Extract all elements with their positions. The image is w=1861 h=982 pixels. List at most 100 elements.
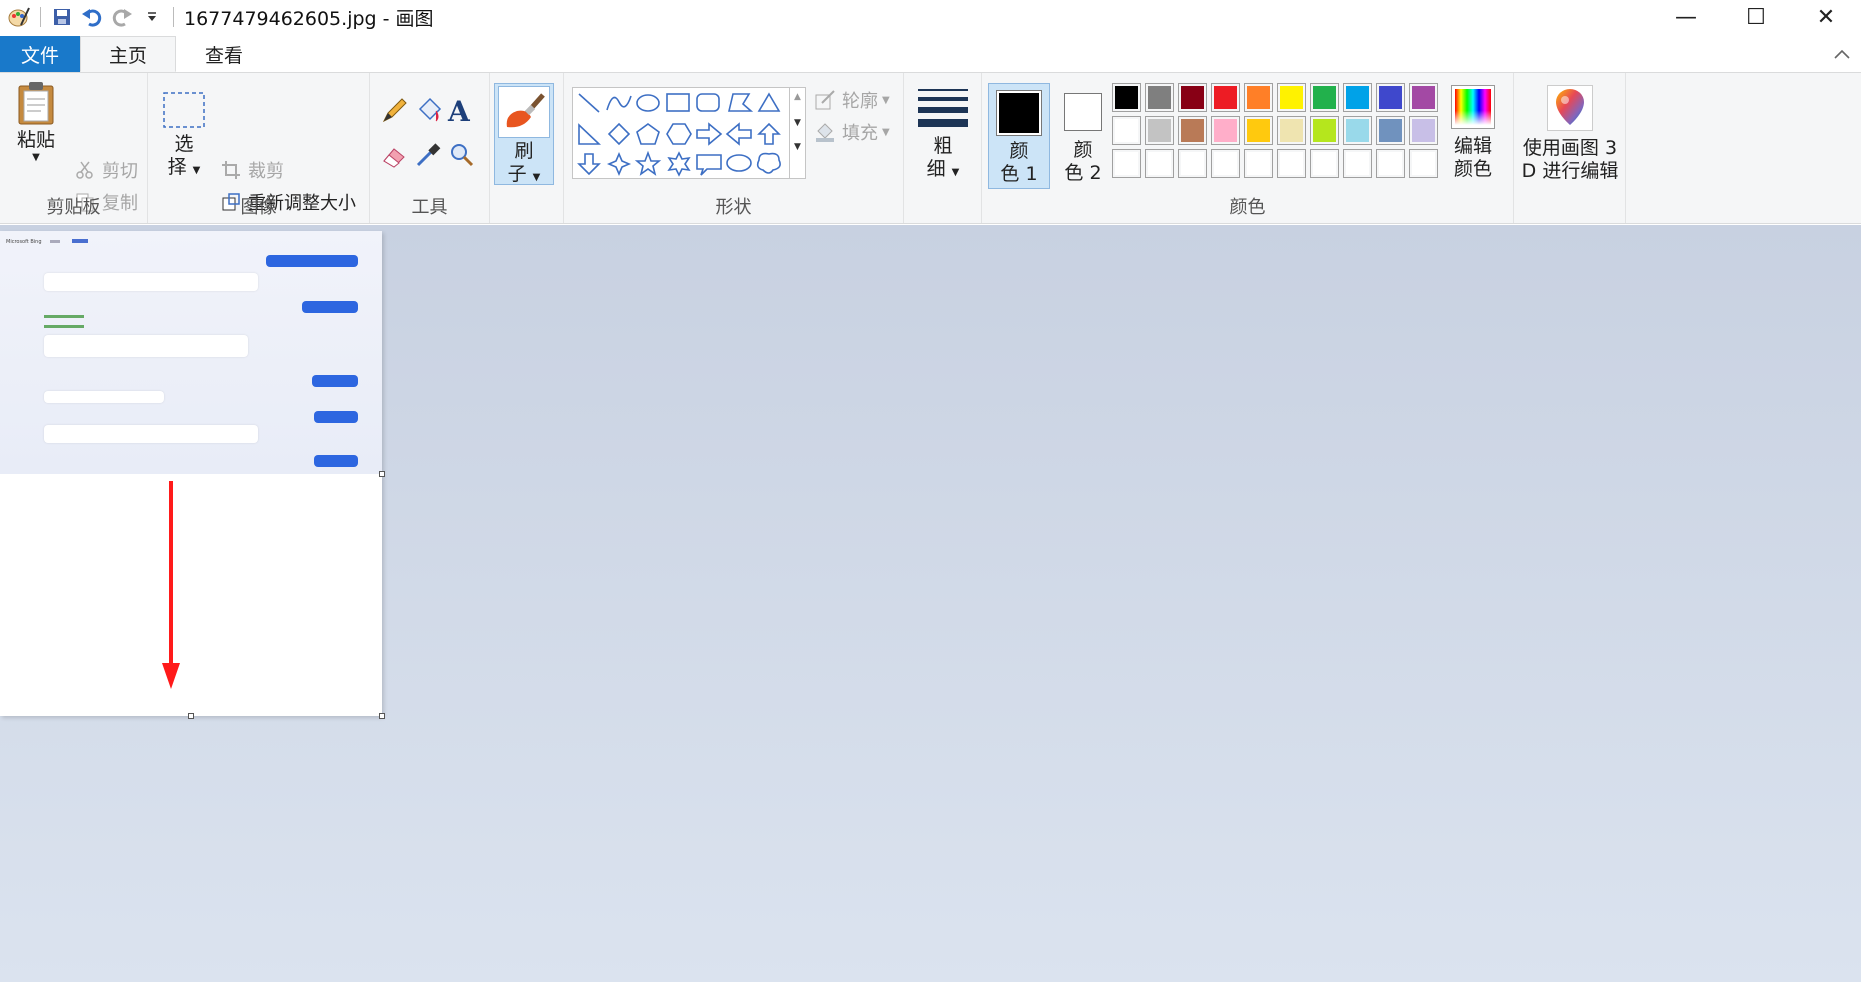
fill-bucket-icon[interactable] (414, 97, 444, 127)
paint-app-icon[interactable] (4, 2, 34, 32)
fill-button[interactable]: 填充 ▼ (814, 117, 890, 147)
tab-file[interactable]: 文件 (0, 36, 80, 72)
chat-bubble-user (266, 255, 358, 267)
palette-swatch[interactable] (1376, 149, 1405, 178)
palette-swatch[interactable] (1178, 83, 1207, 112)
shapes-scrollbar[interactable]: ▲ ▼ ▼ (790, 87, 806, 179)
redo-icon[interactable] (107, 2, 137, 32)
palette-swatch[interactable] (1112, 149, 1141, 178)
select-button[interactable]: 选 择 ▼ (160, 91, 208, 201)
palette-swatch[interactable] (1211, 83, 1240, 112)
palette-swatch[interactable] (1409, 149, 1438, 178)
cut-label: 剪切 (102, 161, 138, 182)
pasted-screenshot: Microsoft Bing (0, 231, 382, 474)
outline-label: 轮廓 (842, 91, 878, 112)
palette-swatch[interactable] (1409, 83, 1438, 112)
palette-swatch[interactable] (1310, 149, 1339, 178)
palette-swatch[interactable] (1211, 149, 1240, 178)
minimize-button[interactable]: — (1651, 0, 1721, 34)
palette-swatch[interactable] (1145, 149, 1174, 178)
palette-swatch[interactable] (1310, 116, 1339, 145)
palette-swatch[interactable] (1244, 149, 1273, 178)
progress-line (44, 325, 84, 328)
eraser-icon[interactable] (380, 141, 410, 171)
pencil-icon[interactable] (380, 97, 410, 127)
cut-button[interactable]: 剪切 (74, 155, 138, 185)
line-thickness-icon (916, 89, 970, 127)
scroll-up-icon[interactable]: ▲ (790, 92, 805, 102)
palette-swatch[interactable] (1343, 83, 1372, 112)
save-icon[interactable] (47, 2, 77, 32)
color-picker-icon[interactable] (414, 141, 444, 171)
palette-swatch[interactable] (1376, 116, 1405, 145)
palette-swatch[interactable] (1277, 116, 1306, 145)
palette-swatch[interactable] (1112, 116, 1141, 145)
magnifier-icon[interactable] (448, 141, 478, 171)
palette-swatch[interactable] (1277, 149, 1306, 178)
shapes-expand-icon[interactable]: ▼ (790, 142, 805, 152)
palette-swatch[interactable] (1211, 116, 1240, 145)
shapes-gallery (572, 87, 790, 179)
resize-handle-bottom[interactable] (188, 713, 194, 719)
customize-qat-icon[interactable] (137, 2, 167, 32)
paint3d-button[interactable]: 使用画图 3 D 进行编辑 (1514, 83, 1626, 189)
palette-swatch-fill (1412, 86, 1435, 109)
outline-dropdown-icon: ▼ (882, 94, 890, 106)
palette-swatch[interactable] (1244, 83, 1273, 112)
palette-swatch[interactable] (1178, 149, 1207, 178)
palette-swatch[interactable] (1244, 116, 1273, 145)
tab-home[interactable]: 主页 (80, 36, 176, 72)
size-label-2: 细 ▼ (926, 158, 960, 180)
edit-colors-button[interactable]: 编辑 颜色 (1438, 83, 1508, 189)
tab-view[interactable]: 查看 (176, 36, 272, 72)
palette-swatch[interactable] (1376, 83, 1405, 112)
workspace: Microsoft Bing (0, 225, 1861, 982)
palette-swatch-fill (1247, 152, 1270, 175)
paste-button[interactable]: 粘贴 ▼ (10, 81, 62, 191)
undo-icon[interactable] (77, 2, 107, 32)
fill-icon (814, 121, 836, 143)
shape-oval-callout (726, 154, 752, 172)
shapes-group: ▲ ▼ ▼ 轮廓 ▼ 填充 ▼ 形状 (564, 73, 904, 223)
palette-swatch[interactable] (1409, 116, 1438, 145)
color1-button[interactable]: 颜 色 1 (988, 83, 1050, 189)
palette-swatch-fill (1280, 86, 1303, 109)
colors-group-label: 颜色 (1229, 197, 1266, 218)
color1-fill (999, 93, 1039, 133)
title-bar: 1677479462605.jpg - 画图 — ☐ ✕ (0, 0, 1861, 34)
outline-button[interactable]: 轮廓 ▼ (814, 85, 890, 115)
paste-label: 粘贴 (16, 129, 55, 151)
resize-handle-corner[interactable] (379, 713, 385, 719)
palette-swatch-fill (1412, 119, 1435, 142)
text-tool-icon[interactable]: A (448, 95, 480, 128)
palette-swatch-fill (1313, 152, 1336, 175)
palette-swatch[interactable] (1343, 149, 1372, 178)
shape-diamond (607, 122, 631, 146)
drawing-canvas[interactable]: Microsoft Bing (0, 231, 385, 719)
screenshot-tab (50, 240, 60, 243)
palette-swatch[interactable] (1178, 116, 1207, 145)
collapse-ribbon-icon[interactable] (1833, 44, 1851, 65)
close-button[interactable]: ✕ (1791, 0, 1861, 34)
shape-hexagon (666, 123, 692, 145)
palette-swatch-fill (1181, 119, 1204, 142)
chat-bubble-user (302, 301, 358, 313)
palette-swatch-fill (1379, 119, 1402, 142)
palette-swatch[interactable] (1343, 116, 1372, 145)
scroll-down-icon[interactable]: ▼ (790, 118, 805, 128)
palette-swatch[interactable] (1112, 83, 1141, 112)
progress-line (44, 315, 84, 318)
palette-swatch[interactable] (1145, 83, 1174, 112)
crop-button[interactable]: 裁剪 (220, 155, 284, 185)
size-group: 粗 细 ▼ (904, 73, 982, 223)
resize-handle-right[interactable] (379, 471, 385, 477)
size-button[interactable]: 粗 细 ▼ (916, 87, 970, 187)
maximize-button[interactable]: ☐ (1721, 0, 1791, 34)
palette-swatch[interactable] (1310, 83, 1339, 112)
palette-swatch[interactable] (1145, 116, 1174, 145)
palette-swatch-fill (1214, 86, 1237, 109)
size-label-1: 粗 (933, 135, 953, 157)
color2-button[interactable]: 颜 色 2 (1056, 83, 1110, 189)
palette-swatch-fill (1313, 86, 1336, 109)
palette-swatch[interactable] (1277, 83, 1306, 112)
